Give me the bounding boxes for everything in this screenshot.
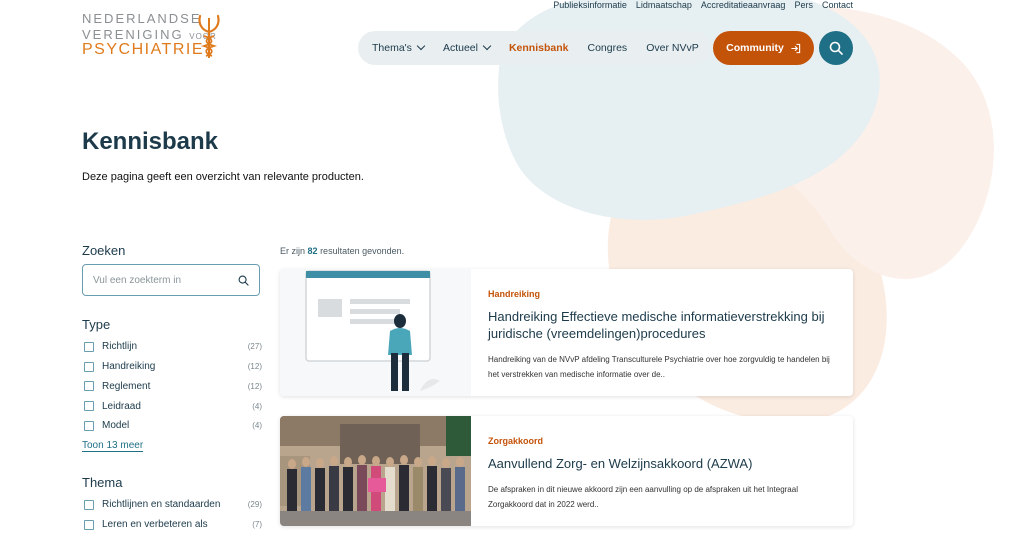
nav-item-themas[interactable]: Thema's	[372, 41, 426, 54]
checkbox[interactable]	[84, 381, 94, 392]
nav-item-congres[interactable]: Congres	[587, 42, 627, 54]
illustration-image	[280, 269, 471, 396]
group-photo-image	[280, 416, 471, 526]
header-search-button[interactable]	[819, 31, 853, 65]
nav-item-label: Kennisbank	[508, 42, 569, 54]
card-title[interactable]: Aanvullend Zorg- en Welzijnsakkoord (AZW…	[488, 455, 836, 472]
nav-item-label: Over NVvP	[646, 42, 699, 54]
filter-label: Richtlijnen en standaarden	[102, 499, 221, 511]
card-body: Handreiking Handreiking Effectieve medis…	[471, 269, 853, 396]
filter-option-handreiking[interactable]: Handreiking (12)	[84, 357, 262, 377]
filter-label: Reglement	[102, 380, 151, 392]
filter-count: (7)	[252, 520, 262, 530]
card-body: Zorgakkoord Aanvullend Zorg- en Welzijns…	[471, 416, 853, 526]
login-arrow-icon	[791, 43, 801, 53]
search-icon	[829, 41, 843, 55]
filter-option-leren-en-verbeteren[interactable]: Leren en verbeteren als (7)	[84, 515, 262, 534]
utility-nav: Publieksinformatie Lidmaatschap Accredit…	[553, 0, 853, 12]
thema-heading: Thema	[82, 475, 123, 490]
card-type-tag: Zorgakkoord	[488, 436, 544, 446]
type-filter-list: Richtlijn (27) Handreiking (12) Reglemen…	[84, 337, 262, 436]
nav-item-over-nvvp[interactable]: Over NVvP	[646, 42, 699, 54]
thema-filter-list: Richtlijnen en standaarden (29) Leren en…	[84, 495, 262, 534]
checkbox[interactable]	[84, 341, 94, 352]
filter-option-leidraad[interactable]: Leidraad (4)	[84, 396, 262, 416]
checkbox[interactable]	[84, 401, 94, 412]
filter-label: Leren en verbeteren als	[102, 519, 208, 531]
result-card[interactable]: Zorgakkoord Aanvullend Zorg- en Welzijns…	[280, 416, 853, 526]
checkbox[interactable]	[84, 361, 94, 372]
results-count: Er zijn 82 resultaten gevonden.	[280, 246, 404, 256]
filter-count: (4)	[252, 401, 262, 411]
show-more-link[interactable]: Toon 13 meer	[82, 440, 144, 452]
checkbox[interactable]	[84, 499, 94, 510]
results-count-number: 82	[307, 246, 318, 256]
logo-line-1: NEDERLANDSE	[82, 11, 202, 26]
checkbox[interactable]	[84, 420, 94, 431]
card-type-tag: Handreiking	[488, 289, 541, 299]
page-title: Kennisbank	[82, 128, 219, 155]
filter-option-richtlijn[interactable]: Richtlijn (27)	[84, 337, 262, 357]
filter-count: (27)	[247, 342, 262, 352]
filter-label: Handreiking	[102, 361, 156, 373]
link-contact[interactable]: Contact	[822, 0, 853, 12]
filter-count: (12)	[247, 381, 262, 391]
chevron-down-icon	[416, 41, 426, 51]
type-heading: Type	[82, 317, 111, 332]
filter-label: Model	[102, 420, 130, 432]
link-lidmaatschap[interactable]: Lidmaatschap	[636, 0, 692, 12]
community-button-label: Community	[726, 42, 784, 54]
nvvp-logo[interactable]: NEDERLANDSE VERENIGING VOOR PSYCHIATRIE	[82, 10, 222, 60]
filter-label: Leidraad	[102, 400, 141, 412]
search-input[interactable]	[93, 274, 238, 286]
nav-item-label: Thema's	[372, 42, 412, 54]
results-count-prefix: Er zijn	[280, 246, 306, 256]
illustration-person-at-screen	[280, 269, 471, 396]
logo-line-2-text: VERENIGING	[82, 27, 184, 42]
main-nav: Thema's Actueel Kennisbank Congres Over …	[358, 31, 710, 65]
filter-option-model[interactable]: Model (4)	[84, 416, 262, 436]
filter-count: (29)	[247, 500, 262, 510]
link-pers[interactable]: Pers	[794, 0, 813, 12]
link-accreditatieaanvraag[interactable]: Accreditatieaanvraag	[701, 0, 786, 12]
nav-item-actueel[interactable]: Actueel	[442, 41, 492, 54]
link-publieksinformatie[interactable]: Publieksinformatie	[553, 0, 627, 12]
chevron-down-icon	[482, 41, 492, 51]
caduceus-icon	[198, 14, 220, 58]
result-card[interactable]: Handreiking Handreiking Effectieve medis…	[280, 269, 853, 396]
community-button[interactable]: Community	[713, 31, 814, 65]
filter-label: Richtlijn	[102, 341, 138, 353]
group-photo	[280, 416, 471, 526]
nav-item-label: Actueel	[442, 42, 478, 54]
filter-option-richtlijnen-en-standaarden[interactable]: Richtlijnen en standaarden (29)	[84, 495, 262, 515]
card-title[interactable]: Handreiking Effectieve medische informat…	[488, 308, 836, 342]
results-count-suffix: resultaten gevonden.	[320, 246, 405, 256]
nav-item-label: Congres	[587, 42, 628, 54]
page-intro: Deze pagina geeft een overzicht van rele…	[82, 171, 364, 183]
search-heading: Zoeken	[82, 243, 126, 258]
logo-line-3: PSYCHIATRIE	[82, 41, 204, 58]
card-description: Handreiking van de NVvP afdeling Transcu…	[488, 355, 830, 379]
filter-count: (12)	[247, 362, 262, 372]
filter-count: (4)	[252, 421, 262, 431]
nav-item-kennisbank[interactable]: Kennisbank	[509, 42, 569, 54]
checkbox[interactable]	[84, 519, 94, 530]
filter-option-reglement[interactable]: Reglement (12)	[84, 377, 262, 397]
filter-search-field	[82, 264, 260, 296]
search-icon[interactable]	[238, 275, 249, 286]
card-description: De afspraken in dit nieuwe akkoord zijn …	[488, 485, 798, 509]
